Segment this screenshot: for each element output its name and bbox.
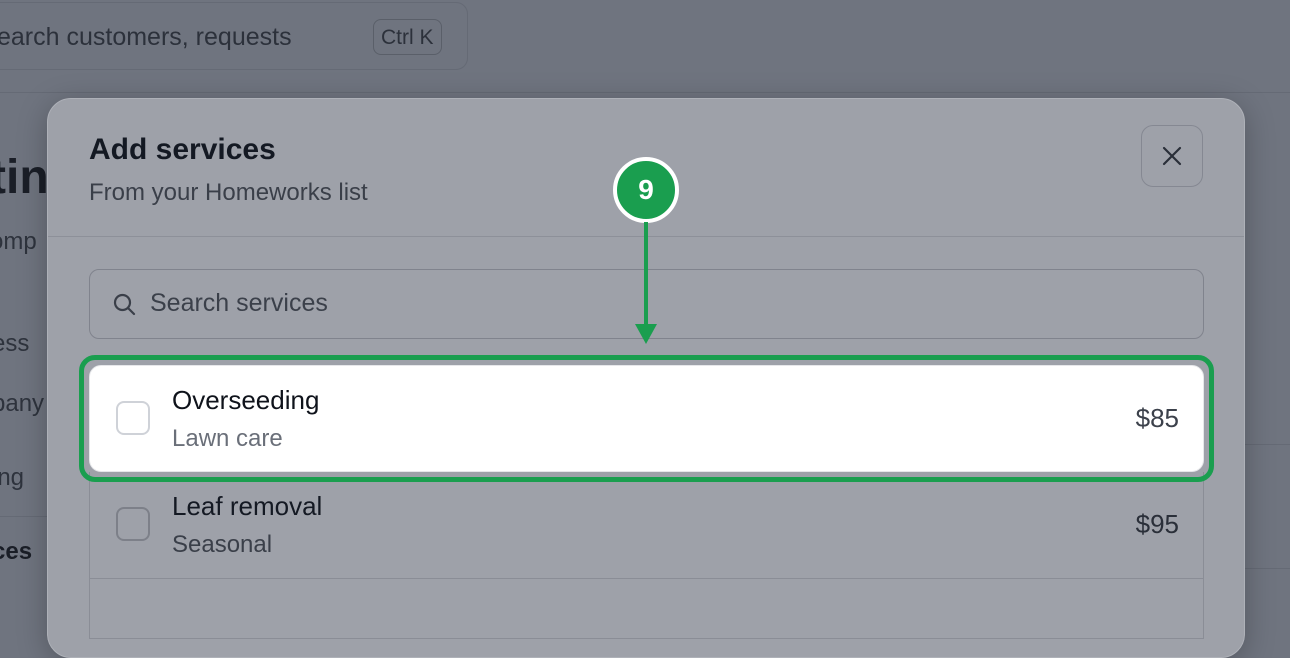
modal-title: Add services <box>89 133 276 166</box>
service-row-partial[interactable] <box>89 579 1204 639</box>
settings-nav-item-active[interactable]: ces <box>0 538 32 566</box>
service-category: Lawn care <box>172 425 283 452</box>
page-subtitle: omp <box>0 228 37 255</box>
global-search-placeholder: earch customers, requests <box>0 23 292 51</box>
settings-nav-item[interactable]: bany <box>0 390 44 418</box>
modal-subtitle: From your Homeworks list <box>89 179 368 206</box>
settings-nav-item[interactable]: ing <box>0 464 24 492</box>
service-checkbox[interactable] <box>116 401 150 435</box>
step-number-badge: 9 <box>613 157 679 223</box>
service-checkbox[interactable] <box>116 507 150 541</box>
top-bar: earch customers, requests Ctrl K <box>0 0 1290 93</box>
global-search[interactable]: earch customers, requests Ctrl K <box>0 2 468 70</box>
keyboard-shortcut-hint: Ctrl K <box>373 19 442 55</box>
service-price: $95 <box>1135 509 1179 539</box>
service-price: $85 <box>1135 403 1179 433</box>
service-search-input[interactable] <box>150 270 1180 336</box>
settings-nav-item[interactable]: ess <box>0 330 29 358</box>
search-icon <box>112 292 138 318</box>
service-list: Overseeding Lawn care $85 Leaf removal S… <box>89 365 1204 639</box>
service-row-leaf-removal[interactable]: Leaf removal Seasonal $95 <box>89 472 1204 579</box>
service-name: Leaf removal <box>172 491 323 521</box>
service-name: Overseeding <box>172 385 320 415</box>
service-row-overseeding[interactable]: Overseeding Lawn care $85 <box>89 365 1204 472</box>
close-button[interactable] <box>1141 125 1203 187</box>
arrow-down-icon <box>635 222 657 344</box>
service-category: Seasonal <box>172 531 273 558</box>
close-icon <box>1162 146 1182 166</box>
page-title: tin <box>0 151 49 204</box>
nav-divider <box>0 516 50 517</box>
